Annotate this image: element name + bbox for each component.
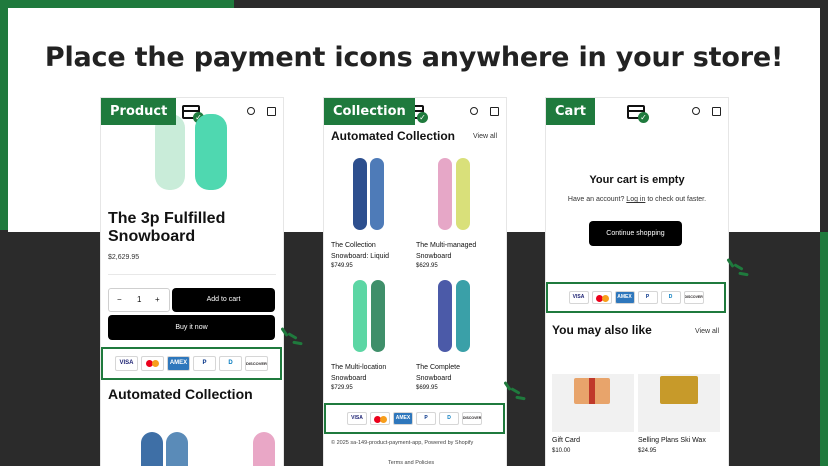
cart-subtitle-text: to check out faster. bbox=[645, 196, 707, 203]
product-image bbox=[456, 280, 470, 352]
cart-subtitle: Have an account? Log in to check out fas… bbox=[546, 196, 728, 203]
collection-item-price: $629.95 bbox=[416, 263, 438, 269]
view-all-link[interactable]: View all bbox=[473, 133, 497, 140]
product-screen: ✓ The 3p Fulfilled Snowboard $2,629.95 −… bbox=[101, 98, 283, 466]
visa-icon: VISA bbox=[347, 412, 367, 425]
add-to-cart-label: Add to cart bbox=[206, 296, 241, 303]
diners-icon: D bbox=[219, 356, 242, 371]
visa-icon: VISA bbox=[115, 356, 138, 371]
footer-copyright: © 2025 sa-149-product-payment-app, Power… bbox=[331, 440, 474, 446]
buy-now-button[interactable]: Buy it now bbox=[108, 315, 275, 340]
product-image-board-2 bbox=[195, 114, 227, 190]
card-check-logo-icon[interactable]: ✓ bbox=[182, 105, 204, 123]
paypal-icon: P bbox=[193, 356, 216, 371]
card-check-logo-icon[interactable]: ✓ bbox=[627, 105, 649, 123]
visa-icon: VISA bbox=[568, 291, 589, 304]
product-image bbox=[371, 280, 385, 352]
product-image bbox=[353, 158, 367, 230]
amex-icon: AMEX bbox=[393, 412, 413, 425]
collection-item-name[interactable]: The Collection Snowboard: Liquid bbox=[331, 240, 406, 262]
continue-shopping-button[interactable]: Continue shopping bbox=[589, 221, 682, 246]
buy-now-label: Buy it now bbox=[175, 324, 208, 331]
mastercard-icon bbox=[370, 412, 390, 425]
quantity-value: 1 bbox=[137, 295, 142, 304]
product-price: $24.95 bbox=[638, 448, 657, 454]
payment-icons-row: VISA AMEX P D DISCOVER bbox=[546, 282, 726, 313]
product-tag: Product bbox=[101, 98, 177, 125]
cart-tag: Cart bbox=[546, 98, 595, 125]
bag-icon[interactable] bbox=[267, 107, 276, 116]
collection-item-price: $699.95 bbox=[416, 385, 438, 391]
product-name[interactable]: Selling Plans Ski Wax bbox=[638, 437, 706, 444]
bag-icon[interactable] bbox=[712, 107, 721, 116]
collection-item-name[interactable]: The Complete Snowboard bbox=[416, 362, 491, 384]
collection-board-3 bbox=[253, 432, 275, 466]
divider bbox=[108, 274, 276, 275]
cart-subtitle-text: Have an account? bbox=[567, 196, 627, 203]
collection-item-price: $749.95 bbox=[331, 263, 353, 269]
product-title: The 3p Fulfilled Snowboard bbox=[108, 210, 226, 245]
add-to-cart-button[interactable]: Add to cart bbox=[172, 288, 275, 312]
product-image bbox=[638, 374, 720, 432]
decor-green-bar-right bbox=[820, 232, 828, 466]
product-name[interactable]: Gift Card bbox=[552, 437, 580, 444]
payment-icons-row: VISA AMEX P D DISCOVER bbox=[101, 347, 282, 380]
decor-green-bar-top bbox=[0, 0, 234, 8]
user-icon[interactable] bbox=[470, 107, 478, 115]
amex-icon: AMEX bbox=[167, 356, 190, 371]
quantity-stepper[interactable]: − 1 + bbox=[108, 288, 170, 312]
product-image bbox=[438, 158, 452, 230]
continue-shopping-label: Continue shopping bbox=[606, 230, 665, 237]
collection-item-price: $729.95 bbox=[331, 385, 353, 391]
discover-icon: DISCOVER bbox=[462, 412, 482, 425]
product-price: $2,629.95 bbox=[108, 254, 140, 261]
gift-ribbon bbox=[589, 378, 595, 404]
cart-empty-title: Your cart is empty bbox=[589, 174, 685, 186]
discover-icon: DISCOVER bbox=[683, 291, 704, 304]
mastercard-icon bbox=[591, 291, 612, 304]
collection-item-name[interactable]: The Multi-managed Snowboard bbox=[416, 240, 491, 262]
headline: Place the payment icons anywhere in your… bbox=[44, 42, 784, 73]
collection-tag: Collection bbox=[324, 98, 415, 125]
collection-heading: Automated Collection bbox=[331, 129, 456, 143]
product-image bbox=[438, 280, 452, 352]
product-image bbox=[370, 158, 384, 230]
wax-block bbox=[660, 376, 698, 404]
diners-icon: D bbox=[439, 412, 459, 425]
discover-icon: DISCOVER bbox=[245, 356, 268, 371]
view-all-link[interactable]: View all bbox=[695, 328, 719, 335]
payment-icons-row: VISA AMEX P D DISCOVER bbox=[324, 403, 505, 434]
product-image bbox=[456, 158, 470, 230]
user-icon[interactable] bbox=[247, 107, 255, 115]
collection-board-2 bbox=[166, 432, 188, 466]
product-image-board-1 bbox=[155, 114, 185, 190]
bag-icon[interactable] bbox=[490, 107, 499, 116]
product-price: $10.00 bbox=[552, 448, 571, 454]
login-link[interactable]: Log in bbox=[626, 196, 645, 203]
paypal-icon: P bbox=[416, 412, 436, 425]
also-like-heading: You may also like bbox=[552, 323, 652, 337]
decor-green-bar-left bbox=[0, 0, 8, 230]
minus-icon[interactable]: − bbox=[117, 295, 122, 304]
footer-policies-link[interactable]: Terms and Policies bbox=[388, 460, 434, 466]
diners-icon: D bbox=[660, 291, 681, 304]
section-heading: Automated Collection bbox=[108, 386, 253, 402]
collection-item-name[interactable]: The Multi-location Snowboard bbox=[331, 362, 406, 384]
paypal-icon: P bbox=[637, 291, 658, 304]
product-image bbox=[353, 280, 367, 352]
amex-icon: AMEX bbox=[614, 291, 635, 304]
user-icon[interactable] bbox=[692, 107, 700, 115]
plus-icon[interactable]: + bbox=[155, 295, 160, 304]
mastercard-icon bbox=[141, 356, 164, 371]
product-image bbox=[552, 374, 634, 432]
collection-board-1 bbox=[141, 432, 163, 466]
